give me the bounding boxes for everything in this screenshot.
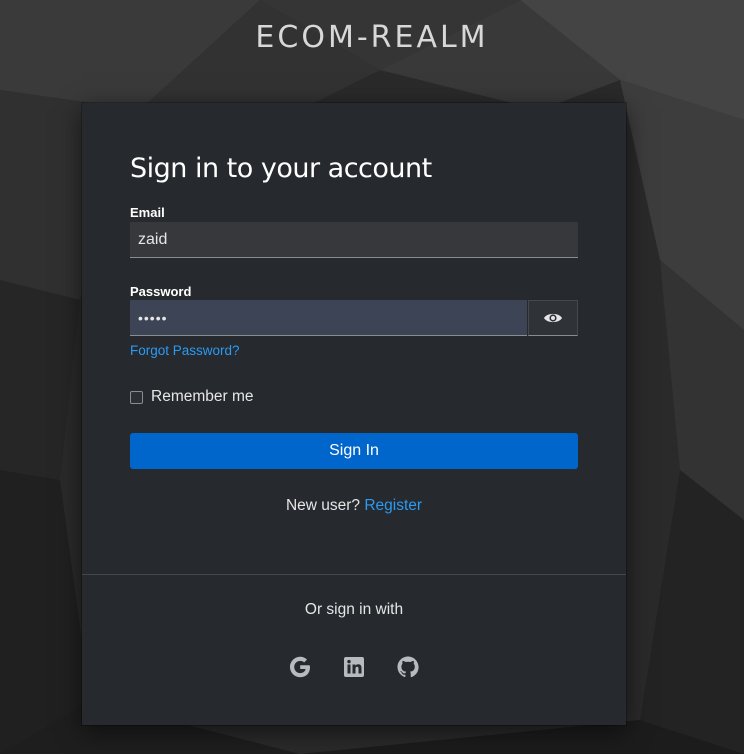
new-user-prompt: New user? Register <box>82 497 626 515</box>
email-field[interactable] <box>130 222 578 258</box>
google-icon[interactable] <box>288 655 312 679</box>
eye-icon <box>544 313 562 323</box>
remember-me-label: Remember me <box>151 388 254 405</box>
email-label: Email <box>130 205 165 220</box>
page-title: Sign in to your account <box>130 153 432 184</box>
password-field[interactable] <box>130 300 527 336</box>
sign-in-button[interactable]: Sign In <box>130 433 578 469</box>
linkedin-icon[interactable] <box>342 655 366 679</box>
social-heading: Or sign in with <box>304 601 404 618</box>
new-user-text: New user? <box>285 497 361 514</box>
register-link[interactable]: Register <box>364 497 422 514</box>
github-icon[interactable] <box>396 655 420 679</box>
divider <box>82 574 626 575</box>
login-card: Sign in to your account Email Password F… <box>82 103 626 725</box>
remember-me-checkbox[interactable] <box>130 390 143 404</box>
show-password-button[interactable] <box>528 300 578 336</box>
password-label: Password <box>130 284 192 299</box>
remember-me: Remember me <box>130 388 254 406</box>
realm-title: ECOM-REALM <box>255 20 489 55</box>
forgot-password-link[interactable]: Forgot Password? <box>130 343 240 358</box>
